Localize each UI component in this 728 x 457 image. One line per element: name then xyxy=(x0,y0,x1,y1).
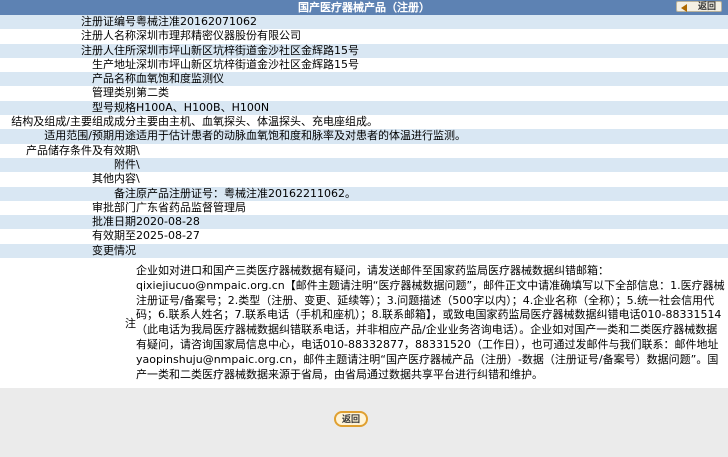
table-row: 产品储存条件及有效期 \ xyxy=(0,143,728,158)
field-value: \ xyxy=(136,157,728,173)
field-value: 血氧饱和度监测仪 xyxy=(136,72,728,87)
field-value: 主要由主机、血氧探头、体温探头、充电座组成。 xyxy=(136,115,728,130)
page-header: 国产医疗器械产品（注册） 返回 xyxy=(0,0,728,15)
table-row: 结构及组成/主要组成成分 主要由主机、血氧探头、体温探头、充电座组成。 xyxy=(0,115,728,130)
field-label: 附件 xyxy=(0,157,136,173)
field-value: 2025-08-27 xyxy=(136,229,728,244)
field-label: 注册证编号 xyxy=(0,15,136,30)
field-label: 变更情况 xyxy=(0,243,136,259)
field-label: 注册人名称 xyxy=(0,29,136,44)
notice-label: 注 xyxy=(0,258,136,389)
table-row: 管理类别 第二类 xyxy=(0,86,728,101)
field-value: 2020-08-28 xyxy=(136,215,728,230)
field-label: 备注 xyxy=(0,186,136,201)
field-value: 深圳市坪山新区坑梓街道金沙社区金辉路15号 xyxy=(136,43,728,58)
field-value: 粤械注准20162071062 xyxy=(136,15,728,30)
table-row: 审批部门 广东省药品监督管理局 xyxy=(0,200,728,216)
notice-row: 注 企业如对进口和国产三类医疗器械数据有疑问，请发送邮件至国家药监局医疗器械数据… xyxy=(0,258,728,389)
field-value xyxy=(136,243,728,259)
product-detail-table: 注册证编号 粤械注准20162071062 注册人名称 深圳市理邦精密仪器股份有… xyxy=(0,15,728,389)
field-label: 审批部门 xyxy=(0,200,136,216)
table-row: 适用范围/预期用途 适用于估计患者的动脉血氧饱和度和脉率及对患者的体温进行监测。 xyxy=(0,129,728,144)
field-value: H100A、H100B、H100N xyxy=(136,100,728,116)
footer-back-button[interactable]: 返回 xyxy=(334,411,368,427)
back-button-label: 返回 xyxy=(697,2,716,12)
field-value: 原产品注册证号：粤械注准20162211062。 xyxy=(136,186,728,201)
field-value: \ xyxy=(136,172,728,187)
table-row: 注册证编号 粤械注准20162071062 xyxy=(0,15,728,30)
notice-text: 企业如对进口和国产三类医疗器械数据有疑问，请发送邮件至国家药监局医疗器械数据纠错… xyxy=(136,258,728,389)
field-label: 产品储存条件及有效期 xyxy=(0,143,136,158)
table-row: 变更情况 xyxy=(0,243,728,259)
table-row: 附件 \ xyxy=(0,157,728,173)
table-row: 注册人住所 深圳市坪山新区坑梓街道金沙社区金辉路15号 xyxy=(0,43,728,58)
field-label: 生产地址 xyxy=(0,57,136,73)
field-value: \ xyxy=(136,143,728,158)
table-row: 注册人名称 深圳市理邦精密仪器股份有限公司 xyxy=(0,29,728,44)
table-row: 批准日期 2020-08-28 xyxy=(0,215,728,230)
table-row: 型号规格 H100A、H100B、H100N xyxy=(0,100,728,116)
field-label: 型号规格 xyxy=(0,100,136,116)
field-value: 第二类 xyxy=(136,86,728,101)
field-label: 适用范围/预期用途 xyxy=(0,129,136,144)
field-label: 其他内容 xyxy=(0,172,136,187)
page-title: 国产医疗器械产品（注册） xyxy=(298,1,430,14)
field-label: 产品名称 xyxy=(0,72,136,87)
field-label: 注册人住所 xyxy=(0,43,136,58)
field-value: 深圳市坪山新区坑梓街道金沙社区金辉路15号 xyxy=(136,57,728,73)
footer-back-label: 返回 xyxy=(341,415,360,425)
field-label: 批准日期 xyxy=(0,215,136,230)
table-row: 其他内容 \ xyxy=(0,172,728,187)
field-value: 深圳市理邦精密仪器股份有限公司 xyxy=(136,29,728,44)
field-value: 适用于估计患者的动脉血氧饱和度和脉率及对患者的体温进行监测。 xyxy=(136,129,728,144)
table-row: 生产地址 深圳市坪山新区坑梓街道金沙社区金辉路15号 xyxy=(0,57,728,73)
field-label: 管理类别 xyxy=(0,86,136,101)
back-button[interactable]: 返回 xyxy=(676,1,722,12)
field-label: 有效期至 xyxy=(0,229,136,244)
back-arrow-icon xyxy=(681,4,687,12)
table-row: 产品名称 血氧饱和度监测仪 xyxy=(0,72,728,87)
table-row: 备注 原产品注册证号：粤械注准20162211062。 xyxy=(0,186,728,201)
field-label: 结构及组成/主要组成成分 xyxy=(0,115,136,130)
table-row: 有效期至 2025-08-27 xyxy=(0,229,728,244)
field-value: 广东省药品监督管理局 xyxy=(136,200,728,216)
